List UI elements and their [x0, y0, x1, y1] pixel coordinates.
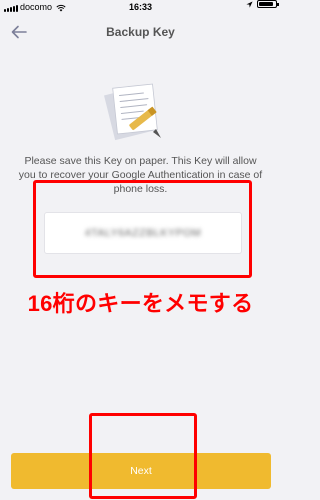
- status-time: 16:33: [128, 2, 153, 12]
- page-title: Backup Key: [106, 25, 175, 39]
- status-bar: docomo 16:33: [0, 0, 281, 15]
- annotation-text: 16桁のキーをメモする: [27, 291, 254, 316]
- battery-icon: [257, 0, 279, 8]
- key-highlight-frame: [33, 180, 252, 278]
- status-right: [246, 0, 279, 8]
- next-button-label: Next: [130, 465, 152, 477]
- location-icon: [246, 0, 253, 8]
- next-button[interactable]: Next: [11, 453, 271, 489]
- nav-bar: Backup Key: [0, 15, 281, 50]
- battery-fill: [259, 2, 273, 6]
- paper-and-pen-icon: [104, 83, 161, 141]
